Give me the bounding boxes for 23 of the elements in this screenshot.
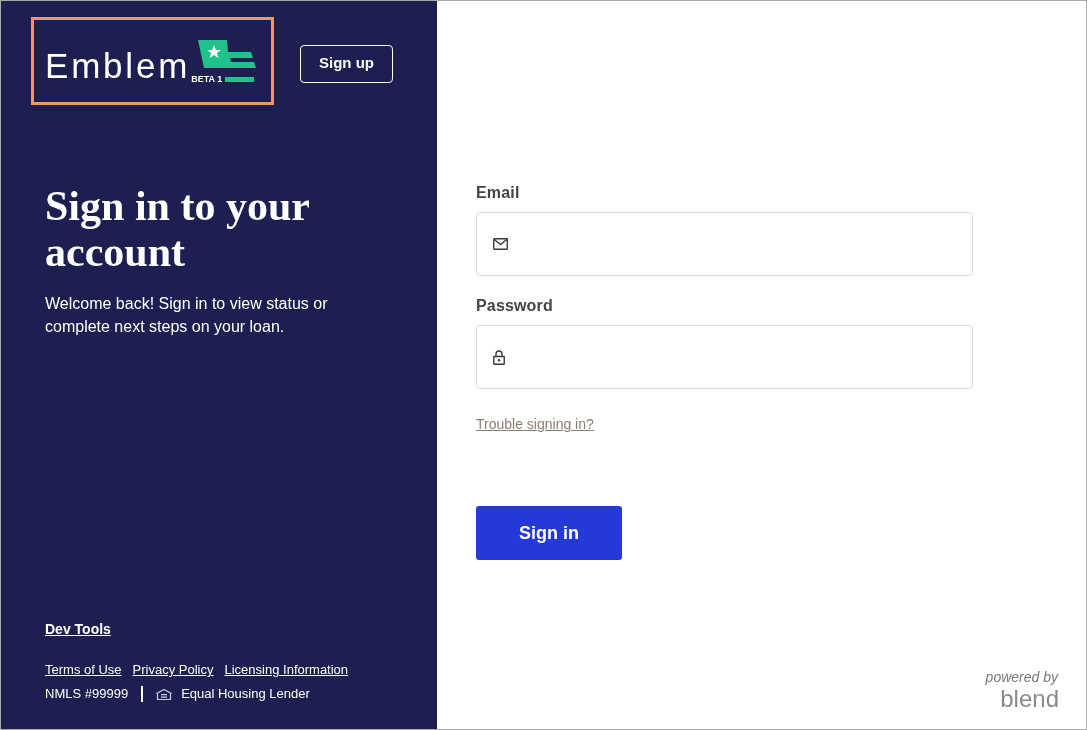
blend-wordmark: blend bbox=[1000, 686, 1059, 712]
nmls-number: NMLS #99999 bbox=[45, 685, 129, 703]
flag-stripe-icon bbox=[225, 77, 255, 82]
beta-label: BETA 1 bbox=[191, 75, 223, 84]
equal-housing-text: Equal Housing Lender bbox=[181, 685, 310, 703]
footer-link[interactable]: Terms of Use bbox=[45, 660, 122, 680]
intro-text: Welcome back! Sign in to view status or complete next steps on your loan. bbox=[45, 294, 329, 337]
sign-in-button[interactable]: Sign in bbox=[476, 506, 622, 560]
email-field[interactable] bbox=[476, 212, 973, 276]
trouble-signing-in-link[interactable]: Trouble signing in? bbox=[476, 414, 594, 434]
field-label: Password bbox=[476, 296, 553, 316]
mail-icon bbox=[493, 238, 508, 250]
house-icon bbox=[156, 688, 173, 700]
footer-link[interactable]: Licensing Information bbox=[224, 660, 349, 680]
footer-link[interactable]: Privacy Policy bbox=[132, 660, 214, 680]
sign-up-button[interactable]: Sign up bbox=[300, 44, 393, 83]
field-label: Email bbox=[476, 183, 520, 203]
lock-icon bbox=[493, 349, 505, 365]
logo-wordmark: Emblem bbox=[45, 48, 191, 83]
powered-by-text: powered by bbox=[985, 668, 1058, 686]
page-title: Sign in to your account bbox=[45, 183, 311, 275]
dev-tools-link[interactable]: Dev Tools bbox=[45, 619, 111, 639]
password-field[interactable] bbox=[476, 325, 973, 389]
